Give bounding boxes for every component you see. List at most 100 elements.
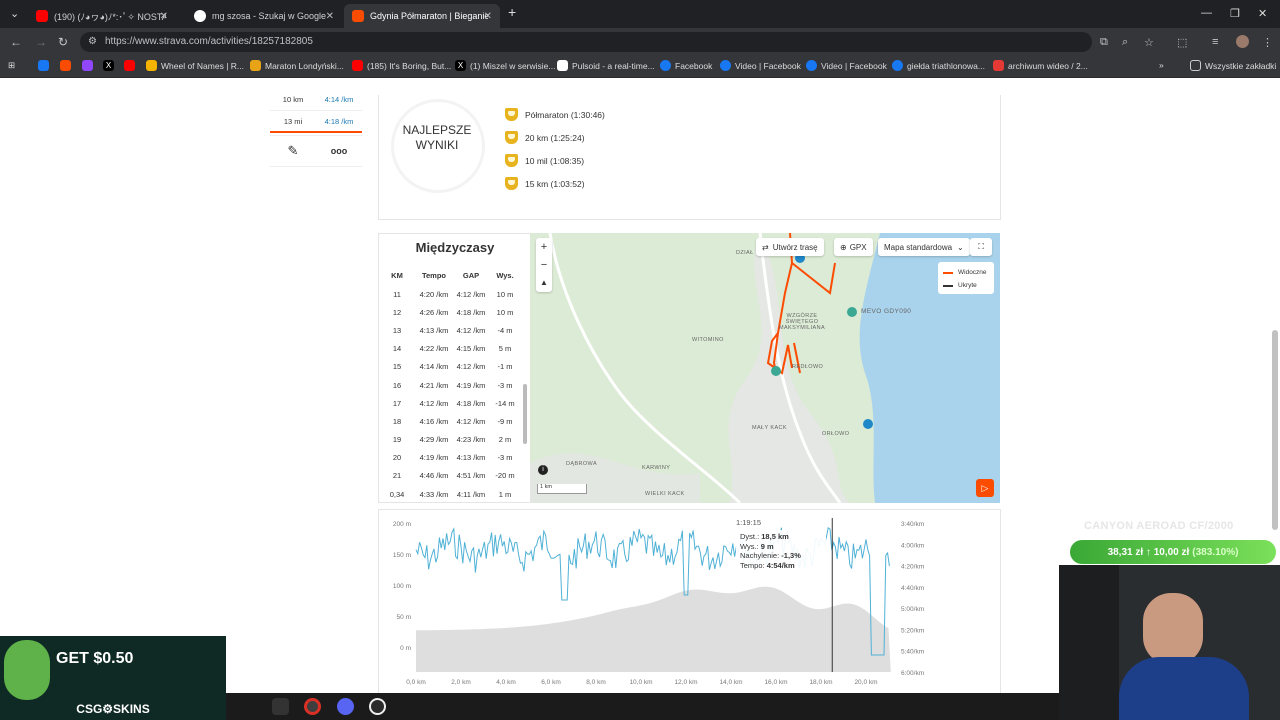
bookmark-pulsoid[interactable]: Pulsoid - a real-time... — [557, 60, 655, 71]
bookmark-x[interactable]: X — [103, 60, 118, 71]
window-close-icon[interactable]: ✕ — [1258, 7, 1267, 20]
chrome-icon[interactable] — [304, 698, 321, 715]
bookmark-youtube[interactable] — [124, 60, 139, 71]
split-gap: 4:12 /km — [456, 325, 486, 335]
split-km: 11 — [393, 289, 401, 299]
y-tick-label: 150 m — [393, 552, 411, 559]
close-icon[interactable]: ✕ — [326, 11, 334, 22]
split-row[interactable]: 17 4:12 /km 4:18 /km -14 m — [379, 394, 531, 412]
bookmark-wheel[interactable]: Wheel of Names | R... — [146, 60, 244, 71]
compass-icon[interactable]: ▲ — [536, 274, 552, 292]
apps-icon[interactable]: ⊞ — [8, 60, 15, 71]
splits-scrollbar[interactable] — [523, 384, 527, 444]
split-row[interactable]: 21 4:46 /km 4:51 /km -20 m — [379, 467, 531, 485]
bookmarks-overflow-icon[interactable]: » — [1159, 60, 1164, 70]
more-button[interactable]: ooo — [316, 136, 362, 166]
forward-icon[interactable]: → — [35, 35, 47, 49]
gpx-button[interactable]: ⊕ GPX — [834, 238, 873, 256]
restore-icon[interactable]: ❐ — [1230, 7, 1240, 20]
close-icon[interactable]: ✕ — [160, 11, 168, 22]
fullscreen-button[interactable]: ⛶ — [970, 238, 992, 256]
zoom-in-button[interactable]: + — [536, 238, 552, 256]
title-line: WYNIKI — [415, 138, 459, 152]
new-tab-button[interactable]: + — [508, 4, 516, 20]
reload-icon[interactable]: ↻ — [58, 35, 68, 49]
url-input[interactable]: ⚙ https://www.strava.com/activities/1825… — [80, 32, 1092, 52]
split-km: 15 — [392, 362, 402, 372]
zoom-out-button[interactable]: − — [536, 256, 552, 274]
achievement-item[interactable]: Półmaraton (1:30:46) — [505, 108, 605, 121]
achievement-item[interactable]: 20 km (1:25:24) — [505, 131, 585, 144]
elevation-chart[interactable]: 200 m 150 m 100 m 50 m 0 m 3:40/km 4:00/km 4:20… — [379, 510, 1002, 693]
map-label: KARWINY — [642, 465, 671, 471]
split-pace: 4:21 /km — [419, 380, 449, 390]
bookmark-facebook[interactable] — [38, 60, 53, 71]
split-row[interactable]: 13 4:13 /km 4:12 /km -4 m — [379, 321, 531, 339]
webcam-feed — [1059, 565, 1280, 720]
split-row[interactable]: 18 4:16 /km 4:12 /km -9 m — [379, 412, 531, 430]
split-gap: 4:15 /km — [456, 344, 486, 354]
back-icon[interactable]: ← — [10, 35, 22, 49]
download-icon: ⊕ — [840, 242, 847, 252]
bookmark-star-icon[interactable]: ☆ — [1144, 36, 1154, 49]
bookmark-archiwum[interactable]: archiwum wideo / 2... — [993, 60, 1088, 71]
close-icon[interactable]: ✕ — [484, 11, 492, 22]
tab-search-icon[interactable]: ⌄ — [10, 7, 19, 20]
bookmark-miszel[interactable]: X (1) Miszel w serwisie... — [455, 60, 555, 71]
bookmark-gielda[interactable]: giełda triathlonowa... — [892, 60, 985, 71]
split-row[interactable]: 0,34 4:33 /km 4:11 /km 1 m — [379, 485, 531, 503]
extensions-icon[interactable]: ⬚ — [1177, 36, 1187, 49]
lap-row[interactable]: 10 km 4:14 /km — [270, 89, 362, 111]
bookmark-video-1[interactable]: Video | Facebook — [720, 60, 801, 71]
splits-title: Międzyczasy — [415, 240, 495, 255]
map-marker[interactable] — [847, 307, 857, 317]
bookmark-video-2[interactable]: Video | Facebook — [806, 60, 887, 71]
tab-youtube[interactable]: (190) (ﾉ◕ヮ◕)ﾉ*:･ﾟ✧ NOSTA ✕ — [28, 4, 176, 28]
tab-google[interactable]: mg szosa - Szukaj w Google ✕ — [186, 4, 342, 28]
edit-button[interactable]: ✎ — [270, 136, 316, 166]
split-row[interactable]: 19 4:29 /km 4:23 /km 2 m — [379, 431, 531, 449]
price-pill: 38,31 zł ↑ 10,00 zł (383.10%) — [1070, 540, 1276, 564]
lap-row[interactable]: 13 mi 4:18 /km — [270, 111, 362, 133]
minimize-icon[interactable]: — — [1201, 7, 1212, 19]
bookmark-label: Maraton Londyński... — [265, 60, 344, 71]
lap-pace: 4:18 /km — [324, 116, 354, 126]
map-marker[interactable] — [771, 366, 781, 376]
site-info-icon[interactable]: ⚙ — [88, 32, 97, 52]
split-row[interactable]: 16 4:21 /km 4:19 /km -3 m — [379, 376, 531, 394]
bookmark-twitch[interactable] — [82, 60, 97, 71]
map-marker[interactable] — [863, 419, 873, 429]
tab-strava[interactable]: Gdynia Półmaraton | Bieganie | ✕ — [344, 4, 500, 28]
bookmark-strava[interactable] — [60, 60, 75, 71]
profile-avatar[interactable] — [1236, 35, 1249, 48]
achievement-item[interactable]: 10 mil (1:08:35) — [505, 154, 584, 167]
create-route-button[interactable]: ⇄ Utwórz trasę — [756, 238, 824, 256]
route-map[interactable]: + − ▲ ⇄ Utwórz trasę ⊕ GPX Mapa standardow… — [530, 233, 1000, 503]
terminal-icon[interactable] — [272, 698, 289, 715]
flyover-play-button[interactable]: ▷ — [976, 479, 994, 497]
discord-icon[interactable] — [337, 698, 354, 715]
split-row[interactable]: 20 4:19 /km 4:13 /km -3 m — [379, 449, 531, 467]
info-icon[interactable]: i — [538, 465, 548, 475]
split-row[interactable]: 11 4:20 /km 4:12 /km 10 m — [379, 285, 531, 303]
col-km: KM — [391, 271, 403, 280]
split-row[interactable]: 15 4:14 /km 4:12 /km -1 m — [379, 358, 531, 376]
split-gap: 4:11 /km — [456, 489, 486, 499]
map-type-select[interactable]: Mapa standardowa ⌄ — [878, 238, 970, 256]
obs-icon[interactable] — [369, 698, 386, 715]
zoom-icon[interactable]: ⌕ — [1122, 36, 1128, 49]
page-scrollbar[interactable] — [1272, 330, 1278, 530]
achievement-item[interactable]: 15 km (1:03:52) — [505, 177, 585, 190]
menu-icon[interactable]: ⋮ — [1262, 36, 1273, 49]
all-bookmarks[interactable]: Wszystkie zakładki — [1190, 60, 1276, 71]
bookmark-facebook-2[interactable]: Facebook — [660, 60, 712, 71]
bookmark-maraton[interactable]: Maraton Londyński... — [250, 60, 344, 71]
bookmark-boring[interactable]: (185) It's Boring, But... — [352, 60, 451, 71]
legend-label: Ukryte — [958, 282, 977, 289]
install-icon[interactable]: ⧉ — [1100, 36, 1108, 49]
promo-brand: CSG⚙SKINS — [76, 702, 150, 716]
split-row[interactable]: 12 4:26 /km 4:18 /km 10 m — [379, 303, 531, 321]
media-icon[interactable]: ≡ — [1212, 36, 1218, 48]
split-row[interactable]: 14 4:22 /km 4:15 /km 5 m — [379, 340, 531, 358]
best-efforts-card: NAJLEPSZE WYNIKI Półmaraton (1:30:46) 20… — [378, 95, 1001, 220]
